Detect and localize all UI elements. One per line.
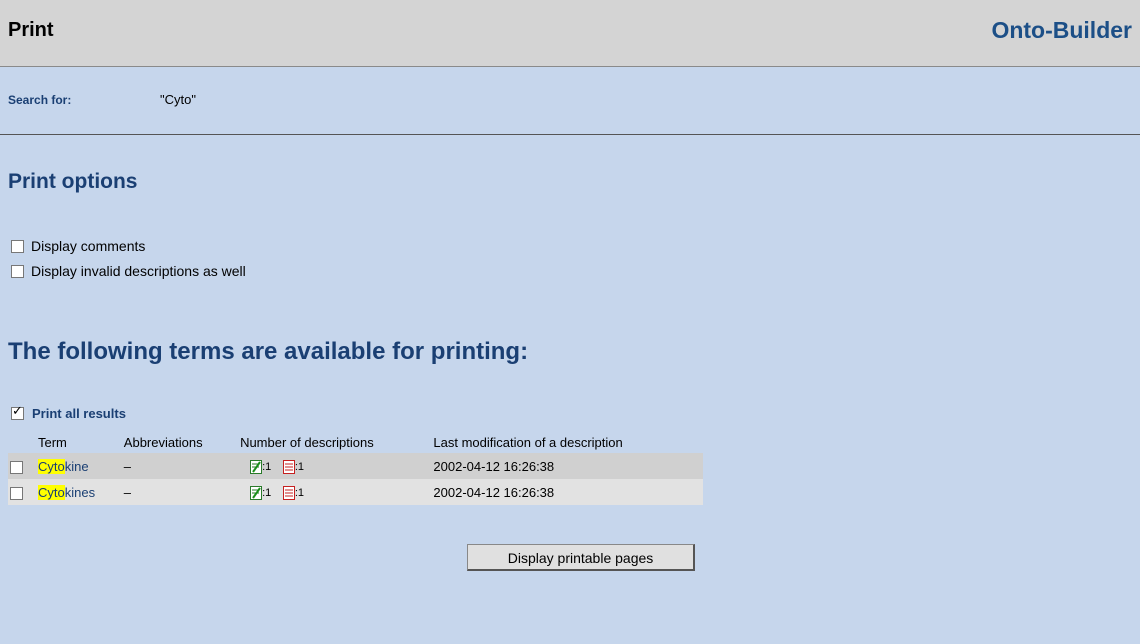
term-cell: Cytokine [36,453,122,479]
invalid-count: :1 [294,486,305,499]
display-comments-checkbox[interactable] [11,239,24,253]
valid-description-icon[interactable] [250,459,263,474]
print-all-option[interactable]: Print all results [11,404,126,422]
column-number-of-descriptions: Number of descriptions [240,434,374,450]
print-all-checkbox[interactable] [11,404,24,421]
search-highlight: Cyto [38,458,65,474]
search-summary: Search for: "Cyto" [0,67,1140,135]
page-title: Print [8,19,54,41]
display-printable-pages-button[interactable]: Display printable pages [467,544,695,571]
row-checkbox[interactable] [10,486,23,500]
descriptions-cell: :1 :1 [238,453,432,479]
row-select-cell [8,453,36,479]
brand-logo: Onto-Builder [991,17,1132,43]
option-display-invalid[interactable]: Display invalid descriptions as well [11,262,246,279]
table-row: Cytokines – :1 :1 2002-04-12 16:26:38 [8,479,703,505]
column-term: Term [38,434,67,450]
display-comments-label: Display comments [31,238,146,255]
abbreviations-cell: – [121,479,239,505]
search-highlight: Cyto [38,484,65,500]
table-row: Cytokine – :1 :1 2002-04-12 16:26:38 [8,453,703,479]
invalid-description-icon[interactable] [282,459,295,474]
search-label: Search for: [8,93,72,107]
term-cell: Cytokines [36,479,122,505]
select-column-header [8,431,36,453]
invalid-description-icon[interactable] [282,485,295,500]
valid-count: :1 [262,460,272,473]
descriptions-cell: :1 :1 [238,479,432,505]
print-all-label: Print all results [32,406,126,422]
available-terms-heading: The following terms are available for pr… [8,338,529,365]
option-display-comments[interactable]: Display comments [11,237,145,254]
display-invalid-label: Display invalid descriptions as well [31,263,246,280]
column-last-modification: Last modification of a description [433,434,623,450]
display-invalid-checkbox[interactable] [11,264,24,278]
row-checkbox[interactable] [10,460,23,474]
term-link[interactable]: Cytokines [38,484,96,500]
search-value: "Cyto" [160,92,196,107]
title-bar: Print Onto-Builder [0,0,1140,67]
abbreviations-cell: – [121,453,239,479]
invalid-count: :1 [294,460,305,473]
last-modified-cell: 2002-04-12 16:26:38 [431,479,703,505]
term-rest: kines [64,484,96,500]
row-select-cell [8,479,36,505]
last-modified-cell: 2002-04-12 16:26:38 [431,453,703,479]
valid-count: :1 [262,486,272,499]
print-options-heading: Print options [8,170,138,193]
term-rest: kine [64,458,89,474]
column-abbreviations: Abbreviations [123,434,203,450]
terms-table: Term Abbreviations Number of description… [8,431,703,505]
term-link[interactable]: Cytokine [38,458,89,474]
valid-description-icon[interactable] [250,485,263,500]
table-header-row: Term Abbreviations Number of description… [8,431,703,453]
